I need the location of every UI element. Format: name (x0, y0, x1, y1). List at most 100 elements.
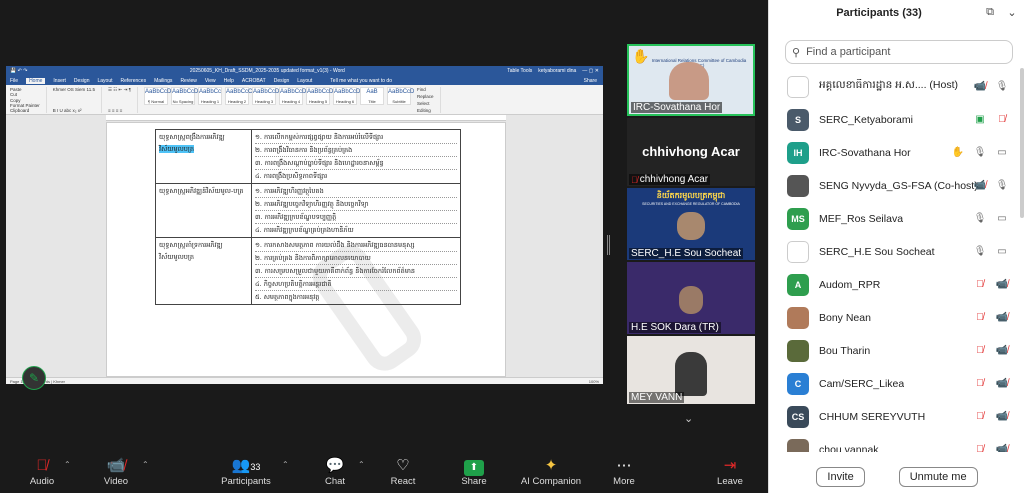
strategy-cell[interactable]: យុទ្ធសាស្ត្រគាំទ្រការអភិវឌ្ឍ វិស័យមូលបត្រ (155, 237, 252, 305)
more-button[interactable]: ⋯ More (594, 456, 654, 492)
participant-status-icon[interactable]: ✋ (951, 147, 965, 158)
leave-button[interactable]: ⇥ Leave (700, 456, 760, 492)
actions-cell[interactable]: ១. ការកសាងសមត្ថភាព ការយល់ដឹង និងការអភិវឌ… (251, 237, 461, 305)
word-tab[interactable]: ACROBAT (242, 78, 266, 84)
font-format-icons[interactable]: B I U abc x₂ x² (53, 108, 95, 113)
participant-status-icon[interactable]: ▣ (973, 114, 987, 125)
participant-status-icon[interactable]: 📹̸ (973, 81, 987, 92)
participant-status-icon[interactable]: 🎙̸ (973, 378, 987, 389)
annotate-icon[interactable]: ✎ (22, 366, 46, 390)
word-tab[interactable]: References (121, 78, 147, 84)
participant-row[interactable]: MS MEF_Ros Seilava 🎙 ▭ (769, 202, 1019, 235)
style-item[interactable]: AaBbCcDd Heading 4 (279, 87, 310, 105)
ai-companion-button[interactable]: ✦ AI Companion (515, 456, 587, 492)
participant-status-icon[interactable]: 🎙̸ (973, 345, 987, 356)
scrollbar[interactable] (1020, 68, 1024, 218)
participant-row[interactable]: S SERC_Ketyaborami ▣ 🎙̸ (769, 103, 1019, 136)
participant-status-icon[interactable]: 📹̸ (995, 411, 1009, 422)
strategy-cell[interactable]: យុទ្ធសាស្ត្រអភិវឌ្ឍន៍វិស័យមូល-បត្រ (155, 183, 252, 238)
paste-button[interactable]: Paste (10, 87, 40, 92)
word-tab[interactable]: File (10, 78, 18, 84)
participant-status-icon[interactable]: 📹̸ (995, 378, 1009, 389)
video-tile-irc[interactable]: ✋ International Relations Committee of C… (627, 44, 755, 116)
word-tab[interactable]: Help (224, 78, 234, 84)
word-tab[interactable]: Design (74, 78, 90, 84)
style-item[interactable]: AaBbCcDd ¶ Normal (144, 87, 175, 105)
participant-status-icon[interactable]: 🎙 (995, 180, 1009, 191)
document-page[interactable]: យុទ្ធសាស្ត្រពង្រឹងការអភិវឌ្ឍ វិស័យមូលបត្រ… (106, 122, 506, 379)
chat-button[interactable]: 💬 Chat (305, 456, 365, 492)
video-options-chevron-icon[interactable]: ⌃ (142, 460, 149, 469)
splitter-handle[interactable] (607, 235, 610, 255)
find-button[interactable]: Find (417, 87, 434, 92)
style-item[interactable]: AaBbCcDd Heading 6 (333, 87, 364, 105)
style-item[interactable]: AaBbCcDd No Spacing (171, 87, 202, 105)
font-select[interactable]: Khmer OS Siem (53, 87, 86, 92)
participant-status-icon[interactable]: ▭ (995, 213, 1009, 224)
participant-status-icon[interactable]: 📹̸ (995, 279, 1009, 290)
style-item[interactable]: AaBbCc Heading 1 (198, 87, 223, 105)
participant-status-icon[interactable]: 🎙̸ (973, 444, 987, 452)
participant-status-icon[interactable]: 🎙 (973, 246, 987, 257)
actions-cell[interactable]: ១. ការលើកកម្ពស់ការផ្សព្វផ្សាយ និងការអប់រ… (251, 129, 461, 184)
style-item[interactable]: AaB Title (360, 87, 385, 105)
participant-status-icon[interactable]: 📹̸ (995, 345, 1009, 356)
word-tab[interactable]: Insert (53, 78, 66, 84)
zoom-level[interactable]: 100% (589, 379, 599, 384)
select-button[interactable]: Select (417, 101, 434, 106)
word-tab[interactable]: View (205, 78, 216, 84)
list-icons[interactable]: ☰ ☷ ⇤ ⇥ ¶ (108, 87, 131, 93)
share-button[interactable]: ⬆ Share (444, 456, 504, 492)
replace-button[interactable]: Replace (417, 94, 434, 99)
word-tab[interactable]: Design (274, 78, 290, 84)
video-tile-sokdara[interactable]: H.E SOK Dara (TR) (627, 262, 755, 334)
autosave-icon[interactable]: 💾 ↶ ↷ (10, 68, 27, 74)
participant-status-icon[interactable]: 🎙 (973, 213, 987, 224)
chevron-down-icon[interactable]: ⌄ (684, 412, 693, 425)
video-tile-serc[interactable]: និយ័តករមូលបត្រកម្ពុជា SECURITIES AND EXC… (627, 188, 755, 260)
font-size-select[interactable]: 11.5 (87, 87, 95, 92)
video-button[interactable]: 📹̸ Video (86, 456, 146, 492)
participant-status-icon[interactable]: 📹̸ (973, 180, 987, 191)
participant-row[interactable]: Bou Tharin 🎙̸ 📹̸ (769, 334, 1019, 367)
chat-options-chevron-icon[interactable]: ⌃ (358, 460, 365, 469)
participant-status-icon[interactable]: 🎙̸ (995, 114, 1009, 125)
participant-status-icon[interactable]: 🎙̸ (973, 312, 987, 323)
participant-search[interactable]: ⚲ Find a participant (785, 40, 1013, 64)
participant-status-icon[interactable]: 🎙 (973, 147, 987, 158)
participant-status-icon[interactable]: 🎙̸ (973, 411, 987, 422)
word-share-button[interactable]: Share (584, 78, 597, 84)
word-tab[interactable]: Mailings (154, 78, 172, 84)
style-item[interactable]: AaBbCcDd Heading 5 (306, 87, 337, 105)
participant-row[interactable]: អគ្គលេខាធិការដ្ឋាន អ.ស.... (Host) 📹̸ 🎙 (769, 70, 1019, 103)
participant-status-icon[interactable]: 📹̸ (995, 444, 1009, 452)
style-item[interactable]: AaBbCcD Subtitle (387, 87, 414, 105)
video-tile-meyvann[interactable]: MEY VANN (627, 336, 755, 404)
participant-status-icon[interactable]: 📹̸ (995, 312, 1009, 323)
react-button[interactable]: ♡ React (373, 456, 433, 492)
actions-cell[interactable]: ១. ការអភិវឌ្ឍហិរញ្ញវត្ថុបៃតង ២. ការអភិវឌ្… (251, 183, 461, 238)
participant-status-icon[interactable]: ▭ (995, 246, 1009, 257)
collapse-icon[interactable]: ⌄ (1005, 6, 1019, 20)
tell-me-box[interactable]: Tell me what you want to do (330, 78, 392, 84)
word-tab[interactable]: Layout (98, 78, 113, 84)
style-item[interactable]: AaBbCcD Heading 3 (252, 87, 279, 105)
pop-out-icon[interactable]: ⧉ (983, 6, 997, 20)
strategy-cell[interactable]: យុទ្ធសាស្ត្រពង្រឹងការអភិវឌ្ឍ វិស័យមូលបត្រ (155, 129, 252, 184)
participant-row[interactable]: A Audom_RPR 🎙̸ 📹̸ (769, 268, 1019, 301)
participant-row[interactable]: CS CHHUM SEREYVUTH 🎙̸ 📹̸ (769, 400, 1019, 433)
participants-button[interactable]: 👥33 Participants (216, 456, 276, 492)
participant-row[interactable]: SENG Nyvyda_GS-FSA (Co-host) 📹̸ 🎙 (769, 169, 1019, 202)
participant-status-icon[interactable]: 🎙 (995, 81, 1009, 92)
align-icons[interactable]: ≡ ≡ ≡ ≡ (108, 108, 131, 113)
window-controls-icon[interactable]: — ▢ ✕ (582, 68, 599, 74)
unmute-me-button[interactable]: Unmute me (898, 467, 978, 487)
style-item[interactable]: AaBbCcC Heading 2 (225, 87, 252, 105)
participant-status-icon[interactable]: 🎙̸ (973, 279, 987, 290)
word-tab[interactable]: Layout (297, 78, 312, 84)
format-painter-button[interactable]: Format Painter (10, 103, 40, 108)
cut-button[interactable]: Cut (10, 92, 40, 97)
participant-row[interactable]: chou vannak 🎙̸ 📹̸ (769, 433, 1019, 452)
participant-row[interactable]: IH IRC-Sovathana Hor ✋ 🎙 ▭ (769, 136, 1019, 169)
participant-row[interactable]: C Cam/SERC_Likea 🎙̸ 📹̸ (769, 367, 1019, 400)
